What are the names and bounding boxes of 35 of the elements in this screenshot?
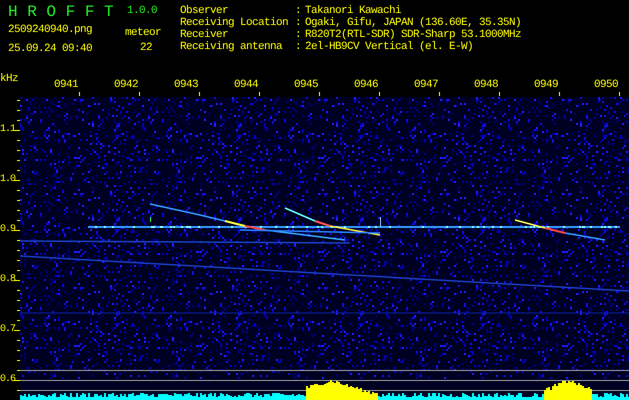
- time-label: 0947: [414, 79, 438, 91]
- time-label: 0942: [114, 79, 138, 91]
- info-value: R820T2(RTL-SDR) SDR-Sharp 53.1000MHz: [305, 29, 522, 41]
- time-label: 0949: [534, 79, 558, 91]
- info-separator: :: [295, 5, 302, 17]
- frequency-label: 0.6: [0, 374, 16, 386]
- info-value: 2el-HB9CV Vertical (el. E-W): [305, 41, 474, 53]
- time-label: 0948: [474, 79, 498, 91]
- file-name: 2509240940.png: [8, 24, 94, 36]
- time-label: 0943: [174, 79, 198, 91]
- info-separator: :: [295, 29, 302, 41]
- frequency-label: 0.8: [0, 274, 16, 286]
- info-value: Ogaki, Gifu, JAPAN (136.60E, 35.35N): [305, 17, 522, 29]
- axis-unit: kHz: [0, 73, 18, 85]
- frequency-label: 0.7: [0, 324, 16, 336]
- info-separator: :: [295, 17, 302, 29]
- info-value: Takanori Kawachi: [305, 5, 402, 17]
- meteor-count: 22: [140, 42, 154, 54]
- time-label: 0950: [594, 79, 618, 91]
- time-label: 0946: [354, 79, 378, 91]
- time-label: 0944: [234, 79, 258, 91]
- date-time: 25.09.24 09:40: [8, 43, 94, 55]
- frequency-label: 1.0: [0, 174, 16, 186]
- info-label: Receiving Location: [180, 17, 290, 29]
- info-label: Observer: [180, 5, 230, 17]
- app-version: 1.0.0: [127, 4, 158, 18]
- time-label: 0941: [54, 79, 78, 91]
- info-label: Receiver: [180, 29, 230, 41]
- info-separator: :: [295, 41, 302, 53]
- frequency-label: 1.1: [0, 124, 16, 136]
- app-name: H R O F F T: [8, 2, 114, 22]
- meteor-label: meteor: [125, 27, 162, 39]
- frequency-label: 0.9: [0, 224, 16, 236]
- info-label: Receiving antenna: [180, 41, 284, 53]
- time-label: 0945: [294, 79, 318, 91]
